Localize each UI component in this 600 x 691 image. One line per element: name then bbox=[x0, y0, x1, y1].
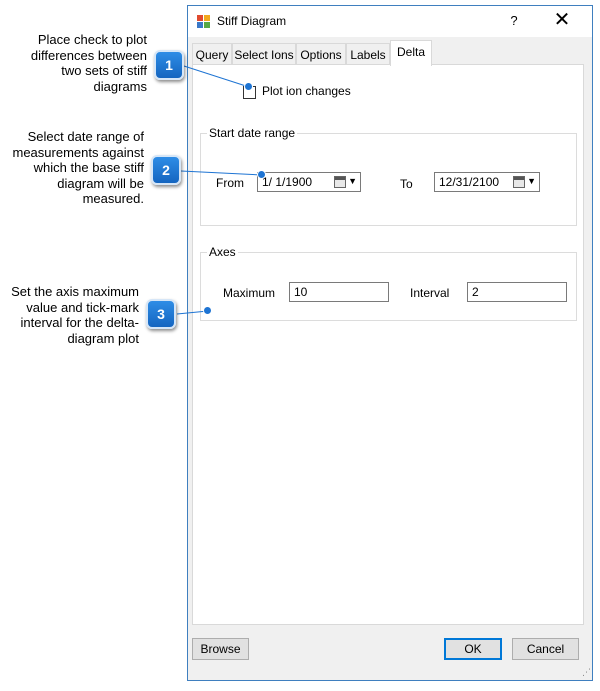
to-date-value: 12/31/2100 bbox=[439, 175, 500, 189]
calendar-icon bbox=[513, 176, 525, 188]
to-date-picker[interactable]: 12/31/2100 ▼ bbox=[434, 172, 540, 192]
callout-3-anchor-dot bbox=[203, 306, 212, 315]
stiff-diagram-dialog: Stiff Diagram ? ✕ Query Select Ions Opti… bbox=[187, 5, 593, 681]
axes-group: Axes Maximum 10 Interval 2 bbox=[200, 245, 577, 321]
tab-labels[interactable]: Labels bbox=[346, 43, 390, 64]
interval-input[interactable]: 2 bbox=[467, 282, 567, 302]
close-button[interactable]: ✕ bbox=[552, 9, 572, 31]
callout-1-text: Place check to plot differences between … bbox=[30, 32, 147, 94]
cancel-button[interactable]: Cancel bbox=[512, 638, 579, 660]
from-label: From bbox=[216, 176, 244, 190]
window-title: Stiff Diagram bbox=[217, 14, 287, 28]
delta-tab-panel: Plot ion changes Start date range From 1… bbox=[192, 64, 584, 625]
from-date-picker[interactable]: 1/ 1/1900 ▼ bbox=[257, 172, 361, 192]
title-bar[interactable]: Stiff Diagram ? ✕ bbox=[188, 6, 592, 37]
interval-label: Interval bbox=[410, 286, 450, 300]
callout-2-text: Select date range of measurements agains… bbox=[12, 129, 144, 206]
callout-3-marker: 3 bbox=[146, 299, 176, 329]
calendar-icon bbox=[334, 176, 346, 188]
plot-ion-changes-label: Plot ion changes bbox=[262, 84, 351, 98]
app-chart-icon bbox=[197, 15, 211, 28]
from-date-value: 1/ 1/1900 bbox=[262, 175, 313, 189]
callout-3-text: Set the axis maximum value and tick-mark… bbox=[11, 284, 139, 346]
start-date-range-title: Start date range bbox=[207, 126, 298, 140]
start-date-range-group: Start date range From 1/ 1/1900 ▼ To 12/… bbox=[200, 126, 577, 226]
help-button[interactable]: ? bbox=[506, 13, 522, 28]
chevron-down-icon: ▼ bbox=[348, 176, 357, 186]
resize-grip-icon[interactable]: ⋰ bbox=[582, 667, 591, 678]
callout-1-anchor-dot bbox=[244, 82, 253, 91]
chevron-down-icon: ▼ bbox=[527, 176, 536, 186]
maximum-label: Maximum bbox=[223, 286, 276, 300]
dialog-client-area: Query Select Ions Options Labels Delta P… bbox=[188, 37, 592, 680]
tab-delta[interactable]: Delta bbox=[390, 40, 432, 66]
to-label: To bbox=[400, 177, 413, 191]
tab-select-ions[interactable]: Select Ions bbox=[232, 43, 296, 64]
callout-2-anchor-dot bbox=[257, 170, 266, 179]
maximum-input[interactable]: 10 bbox=[289, 282, 389, 302]
axes-title: Axes bbox=[207, 245, 238, 259]
ok-button[interactable]: OK bbox=[444, 638, 502, 660]
tab-query[interactable]: Query bbox=[192, 43, 232, 64]
tab-options[interactable]: Options bbox=[296, 43, 346, 64]
browse-button[interactable]: Browse bbox=[192, 638, 249, 660]
callout-1-marker: 1 bbox=[154, 50, 184, 80]
callout-2-marker: 2 bbox=[151, 155, 181, 185]
